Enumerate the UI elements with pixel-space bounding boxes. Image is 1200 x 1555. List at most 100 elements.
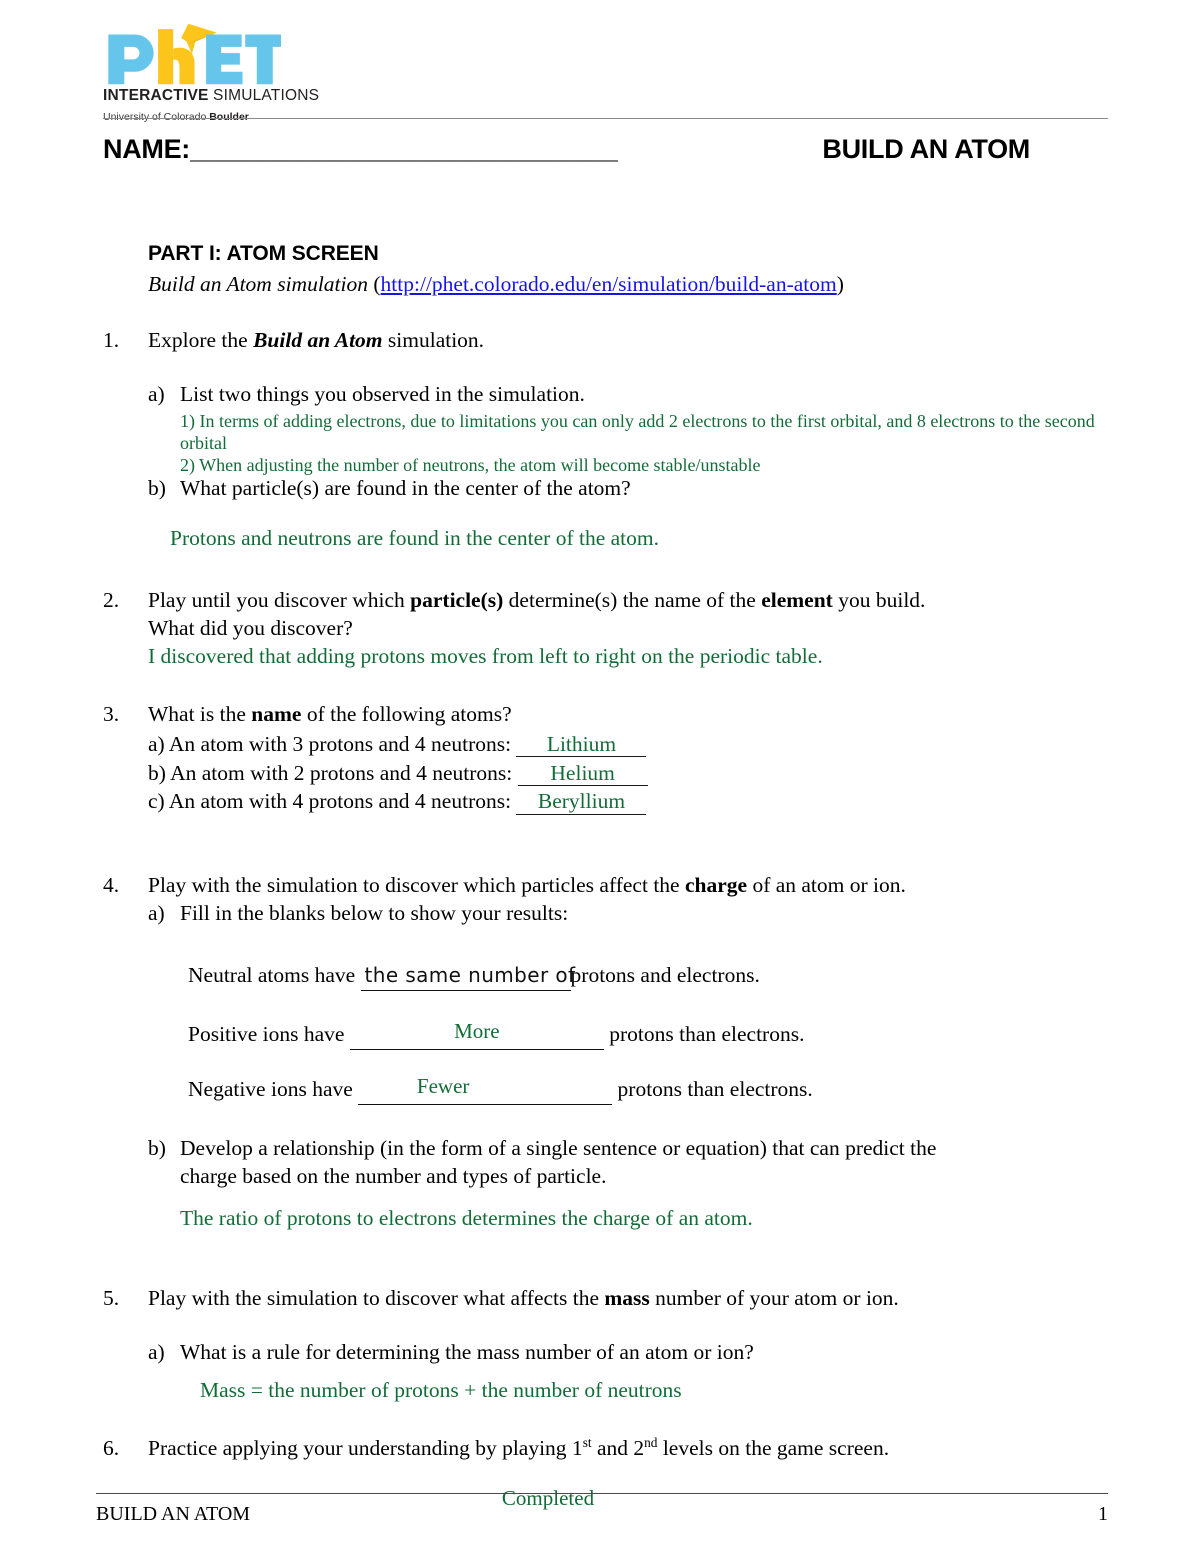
footer-page-number: 1 <box>1098 1503 1108 1525</box>
footer-title: BUILD AN ATOM <box>96 1503 251 1525</box>
close-paren: ) <box>836 272 844 297</box>
header-divider <box>103 118 1108 119</box>
question-2-line2: What did you discover? <box>148 615 353 640</box>
question-6-text: Practice applying your understanding by … <box>148 1435 1108 1463</box>
question-4-number: 4. <box>103 873 120 898</box>
q5-bold-mass: mass <box>604 1285 650 1310</box>
q1-text-before: Explore the <box>148 328 254 353</box>
question-4: 4. Play with the simulation to discover … <box>103 872 1108 1233</box>
q4b-label: b) <box>148 1136 166 1161</box>
fill-neutral-after: protons and electrons. <box>570 963 760 988</box>
question-1b: b) What particle(s) are found in the cen… <box>148 475 1108 503</box>
question-5a: a) What is a rule for determining the ma… <box>148 1339 1108 1367</box>
fill-positive-before: Positive ions have <box>188 1022 345 1047</box>
question-3: 3. What is the name of the following ato… <box>103 701 1108 817</box>
q3-bold-name: name <box>251 701 302 726</box>
q3-item-b-label: b) An atom with 2 protons and 4 neutrons… <box>148 760 513 785</box>
simulation-link[interactable]: http://phet.colorado.edu/en/simulation/b… <box>381 272 837 296</box>
q5a-label: a) <box>148 1339 165 1364</box>
logo-university-light: University of Colorado <box>103 111 210 123</box>
question-3-number: 3. <box>103 701 120 726</box>
fill-neutral-before: Neutral atoms have <box>188 963 356 988</box>
q6-a: Practice applying your understanding by … <box>148 1435 583 1460</box>
q3-item-c-label: c) An atom with 4 protons and 4 neutrons… <box>148 789 512 814</box>
q6-b: and 2 <box>591 1435 645 1460</box>
question-1: 1. Explore the Build an Atom simulation.… <box>103 327 1108 553</box>
q2-bold-element: element <box>761 587 833 612</box>
page-footer: BUILD AN ATOM 1 <box>96 1503 1108 1526</box>
q5-b: number of your atom or ion. <box>649 1285 899 1310</box>
q1b-label: b) <box>148 475 166 500</box>
fill-negative-before: Negative ions have <box>188 1077 353 1102</box>
question-2-line1: Play until you discover which particle(s… <box>148 587 1108 615</box>
fill-neutral-answer[interactable]: the same number of <box>361 962 580 988</box>
q3-item-a-label: a) An atom with 3 protons and 4 neutrons… <box>148 731 512 756</box>
logo-tagline-light: SIMULATIONS <box>208 87 320 104</box>
fill-positive-after: protons than electrons. <box>609 1022 805 1047</box>
q5a-answer: Mass = the number of protons + the numbe… <box>200 1377 682 1402</box>
footer-divider <box>96 1493 1108 1494</box>
q4b-text-line2: charge based on the number and types of … <box>180 1164 607 1189</box>
q1-sim-name: Build an Atom <box>253 328 383 353</box>
question-1-number: 1. <box>103 328 120 353</box>
q1-text-after: simulation. <box>382 328 485 353</box>
logo-tagline: INTERACTIVE SIMULATIONS <box>103 87 319 105</box>
title-row: NAME: _______________________________ BUI… <box>103 134 1108 165</box>
name-blank-line[interactable]: _______________________________ <box>190 134 618 165</box>
part-heading: PART I: ATOM SCREEN <box>148 242 379 265</box>
q6-sup-second: nd <box>644 1434 658 1450</box>
question-1a: a) List two things you observed in the s… <box>148 381 1108 409</box>
q1a-label: a) <box>148 382 165 407</box>
logo-university: University of Colorado Boulder <box>103 111 285 123</box>
name-label: NAME: <box>103 134 190 164</box>
q2-bold-particles: particle(s) <box>410 587 504 612</box>
fill-positive-answer[interactable]: More <box>450 1018 504 1045</box>
question-6: 6. Practice applying your understanding … <box>103 1435 1108 1512</box>
q4-a: Play with the simulation to discover whi… <box>148 873 685 898</box>
phet-logo: INTERACTIVE SIMULATIONS University of Co… <box>103 22 319 123</box>
q2-answer: I discovered that adding protons moves f… <box>148 643 823 668</box>
q3-item-a-answer[interactable]: Lithium <box>516 733 647 758</box>
q4b-text-line1: Develop a relationship (in the form of a… <box>180 1136 937 1161</box>
simulation-line: Build an Atom simulation (http://phet.co… <box>148 271 1108 299</box>
q3-b: of the following atoms? <box>301 701 512 726</box>
fill-blank-neutral: Neutral atoms have the same number of pr… <box>188 962 1108 992</box>
fill-negative-answer[interactable]: Fewer <box>413 1073 473 1100</box>
q1a-text: List two things you observed in the simu… <box>180 382 585 407</box>
worksheet-content: PART I: ATOM SCREEN Build an Atom simula… <box>103 240 1108 1512</box>
question-3-prompt: What is the name of the following atoms? <box>148 701 1108 729</box>
open-paren: ( <box>373 272 381 297</box>
question-2-number: 2. <box>103 587 120 612</box>
q6-sup-first: st <box>582 1434 592 1450</box>
question-4b: b) Develop a relationship (in the form o… <box>148 1135 1108 1191</box>
q6-c: levels on the game screen. <box>657 1435 890 1460</box>
fill-negative-after: protons than electrons. <box>617 1077 813 1102</box>
q3-item-b: b) An atom with 2 protons and 4 neutrons… <box>148 760 1108 788</box>
q3-items: a) An atom with 3 protons and 4 neutrons… <box>148 731 1108 817</box>
q1b-text: What particle(s) are found in the center… <box>180 475 631 500</box>
q3-item-b-answer[interactable]: Helium <box>517 761 648 787</box>
worksheet-page: INTERACTIVE SIMULATIONS University of Co… <box>0 0 1200 1555</box>
question-6-number: 6. <box>103 1435 120 1460</box>
q4-b: of an atom or ion. <box>747 873 906 898</box>
q4a-text: Fill in the blanks below to show your re… <box>180 901 569 926</box>
question-2: 2. Play until you discover which particl… <box>103 587 1108 671</box>
q5a-text: What is a rule for determining the mass … <box>180 1339 754 1364</box>
document-title: BUILD AN ATOM <box>822 134 1030 164</box>
question-5: 5. Play with the simulation to discover … <box>103 1285 1108 1405</box>
question-5-prompt: Play with the simulation to discover wha… <box>148 1285 1108 1313</box>
fill-blank-positive: Positive ions have More protons than ele… <box>188 1018 1108 1051</box>
phet-logo-block: INTERACTIVE SIMULATIONS University of Co… <box>103 22 1108 123</box>
phet-wordmark-icon <box>108 23 281 85</box>
q2-c: you build. <box>832 587 926 612</box>
question-5-number: 5. <box>103 1285 120 1310</box>
q4-bold-charge: charge <box>684 873 748 898</box>
q1b-answer: Protons and neutrons are found in the ce… <box>170 525 659 550</box>
q3-item-c-answer[interactable]: Beryllium <box>516 790 647 816</box>
question-4-prompt: Play with the simulation to discover whi… <box>148 872 1108 900</box>
logo-university-bold: Boulder <box>209 111 249 123</box>
q5-a: Play with the simulation to discover wha… <box>148 1285 605 1310</box>
q1a-answer-1: 1) In terms of adding electrons, due to … <box>180 411 1095 454</box>
question-1-text: Explore the Build an Atom simulation. <box>148 327 1108 355</box>
q3-item-a: a) An atom with 3 protons and 4 neutrons… <box>148 731 1108 759</box>
